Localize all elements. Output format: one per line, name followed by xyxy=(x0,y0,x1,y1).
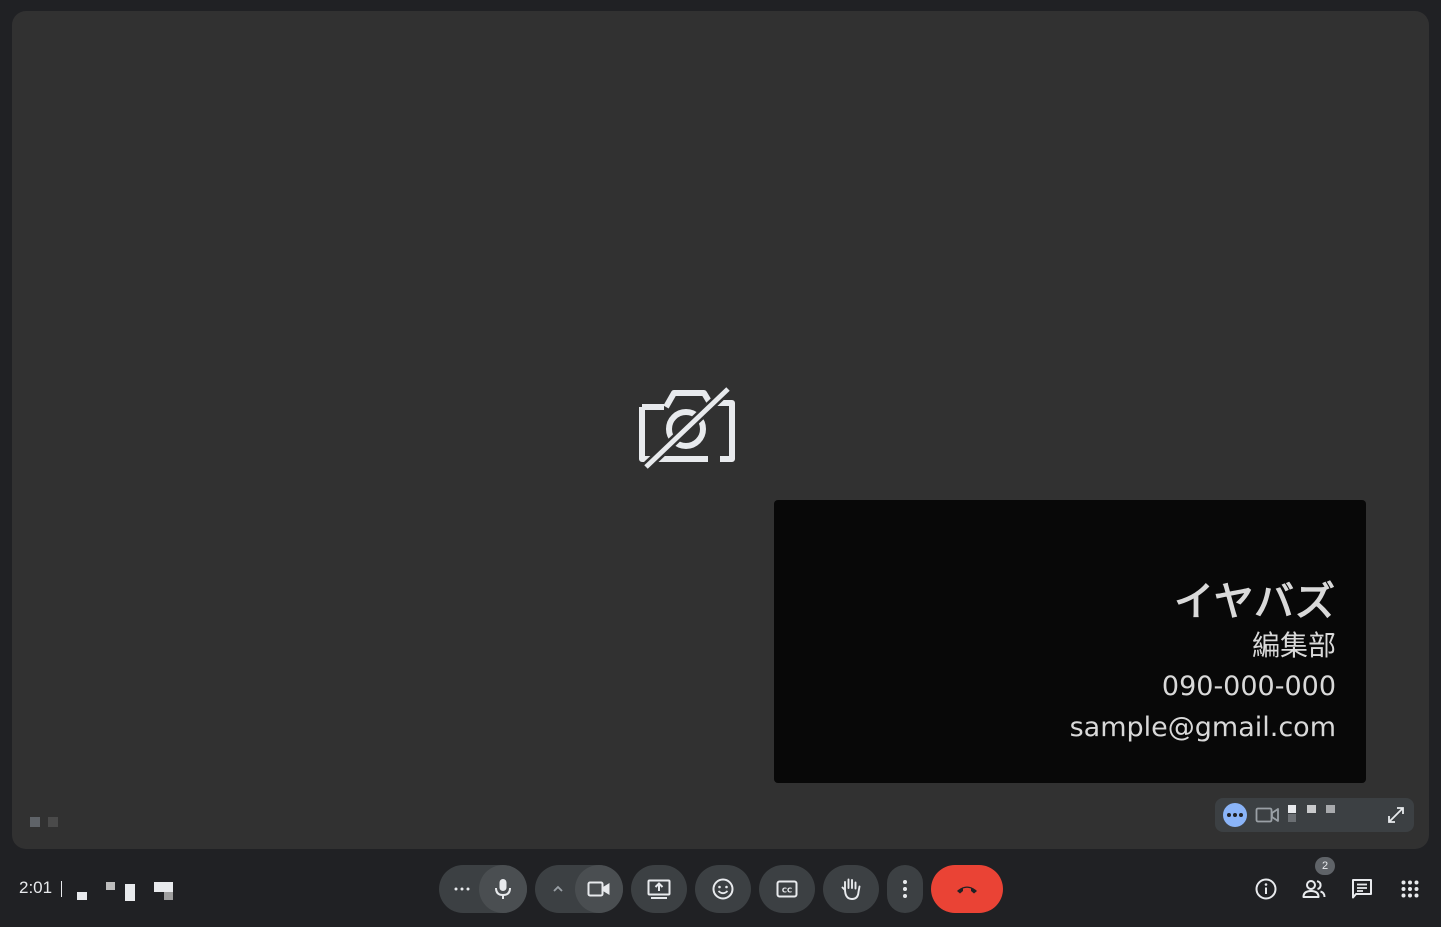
card-department: 編集部 xyxy=(1251,629,1336,662)
more-video-options-button[interactable] xyxy=(545,877,571,901)
apps-icon xyxy=(1401,880,1419,898)
meeting-details-button[interactable] xyxy=(1254,877,1278,901)
microphone-button[interactable] xyxy=(479,865,527,913)
chat-icon xyxy=(1352,879,1372,899)
self-name-placeholder-3 xyxy=(1307,805,1316,813)
main-video-tile: イヤバズ 編集部 090-000-000 sample@gmail.com xyxy=(12,11,1429,849)
call-controls-bar: 2:01 CC 2 xyxy=(0,849,1441,927)
self-view-toolbar xyxy=(1215,798,1414,832)
meeting-code-placeholder-2 xyxy=(106,882,115,890)
meeting-code-placeholder-5 xyxy=(164,892,173,900)
reactions-button[interactable] xyxy=(695,865,751,913)
present-screen-icon xyxy=(647,879,671,899)
expand-icon[interactable] xyxy=(1386,805,1406,825)
videocam-off-icon xyxy=(639,385,735,471)
videocam-icon xyxy=(587,881,610,897)
emoji-icon xyxy=(712,878,734,900)
chevron-up-icon xyxy=(553,885,563,892)
more-horiz-icon[interactable] xyxy=(1223,803,1247,827)
card-email: sample@gmail.com xyxy=(1069,712,1336,743)
audio-control-group xyxy=(439,865,527,913)
divider xyxy=(61,881,62,897)
more-options-button[interactable] xyxy=(887,865,923,913)
chat-button[interactable] xyxy=(1350,877,1374,901)
people-icon xyxy=(1302,880,1326,898)
participant-name-placeholder-2 xyxy=(48,817,58,827)
participant-name-placeholder xyxy=(30,817,40,827)
more-audio-options-button[interactable] xyxy=(447,877,477,901)
people-count-badge: 2 xyxy=(1315,857,1335,875)
meeting-code-placeholder xyxy=(77,892,87,900)
videocam-icon[interactable] xyxy=(1255,806,1279,824)
svg-text:CC: CC xyxy=(782,887,792,895)
self-name-placeholder xyxy=(1288,805,1296,813)
raise-hand-button[interactable] xyxy=(823,865,879,913)
self-name-placeholder-2 xyxy=(1288,814,1296,822)
mic-icon xyxy=(495,879,511,899)
present-button[interactable] xyxy=(631,865,687,913)
self-name-placeholder-4 xyxy=(1326,805,1335,813)
call-end-icon xyxy=(957,886,977,894)
leave-call-button[interactable] xyxy=(931,865,1003,913)
more-horiz-icon xyxy=(454,887,470,891)
card-name: イヤバズ xyxy=(1174,579,1336,625)
meeting-code-placeholder-3 xyxy=(125,884,135,901)
closed-caption-icon: CC xyxy=(776,880,798,898)
captions-button[interactable]: CC xyxy=(759,865,815,913)
meeting-code-placeholder-4 xyxy=(154,882,173,892)
card-phone: 090-000-000 xyxy=(1161,671,1336,702)
video-control-group xyxy=(535,865,623,913)
people-button[interactable] xyxy=(1302,877,1326,901)
activities-button[interactable] xyxy=(1398,877,1422,901)
meeting-time: 2:01 xyxy=(19,878,53,897)
self-view-tile: イヤバズ 編集部 090-000-000 sample@gmail.com xyxy=(774,500,1366,783)
hand-icon xyxy=(841,878,861,900)
info-icon xyxy=(1255,878,1277,900)
business-card: イヤバズ 編集部 090-000-000 sample@gmail.com xyxy=(1070,578,1336,748)
more-vert-icon xyxy=(903,880,907,898)
camera-button[interactable] xyxy=(575,865,623,913)
